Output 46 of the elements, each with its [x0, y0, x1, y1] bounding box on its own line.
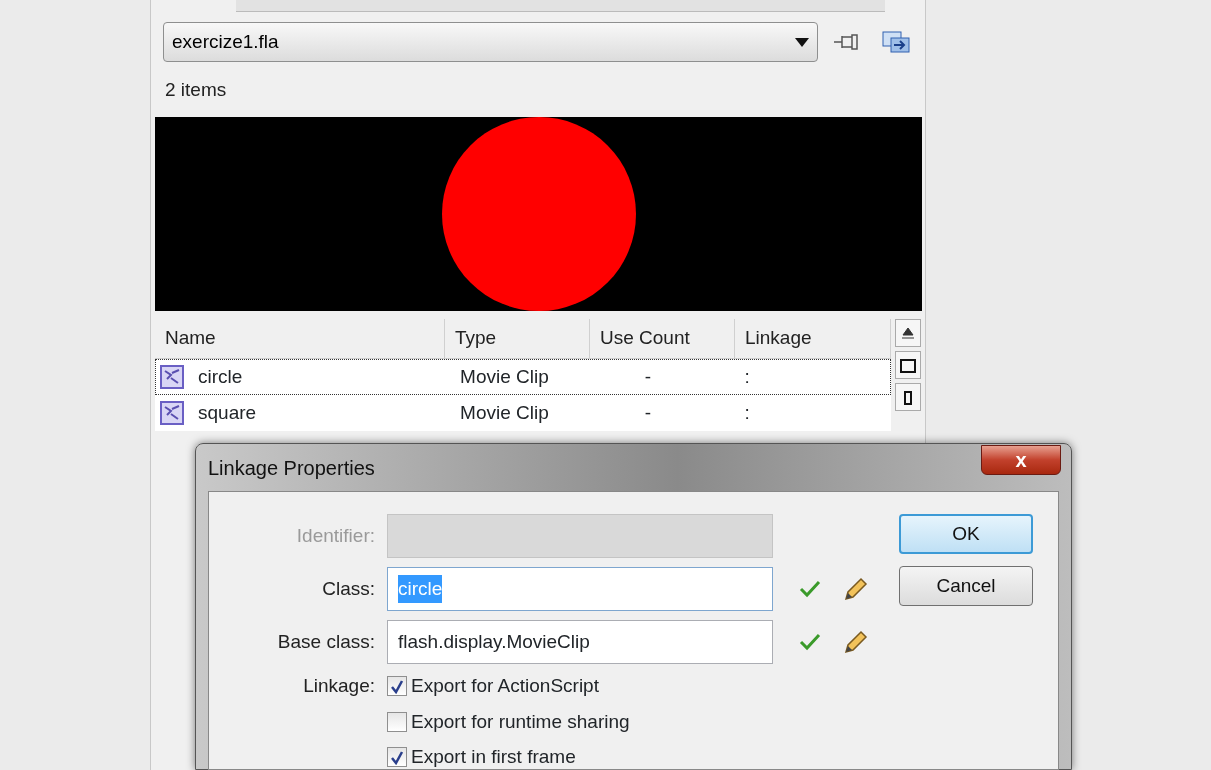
field-label: Linkage:: [302, 674, 376, 698]
column-header[interactable]: Use Count: [590, 319, 735, 358]
pencil-icon[interactable]: [843, 576, 869, 602]
ok-button[interactable]: OK: [899, 514, 1033, 554]
field-label: Identifier:: [295, 523, 376, 548]
column-header[interactable]: Name: [155, 319, 445, 358]
pin-icon[interactable]: [832, 31, 860, 53]
checkbox-label: Export in first frame: [411, 745, 576, 769]
pencil-icon[interactable]: [843, 629, 869, 655]
column-header[interactable]: Linkage: [735, 319, 891, 358]
item-name: circle: [198, 364, 243, 389]
linkage-value: :: [744, 365, 750, 387]
narrow-view-button[interactable]: [895, 383, 921, 411]
library-row[interactable]: square Movie Clip - :: [155, 395, 891, 431]
checkbox[interactable]: [387, 676, 407, 697]
check-icon: [799, 632, 821, 652]
wide-view-button[interactable]: [895, 351, 921, 379]
checkbox-label: Export for ActionScript: [411, 674, 599, 698]
check-icon: [799, 579, 821, 599]
item-count: 2 items: [164, 78, 228, 102]
document-dropdown[interactable]: exercize1.fla: [163, 22, 818, 62]
new-window-icon[interactable]: [882, 31, 910, 53]
dialog-title: Linkage Properties: [208, 455, 375, 481]
checkbox[interactable]: [387, 711, 407, 732]
linkage-value: :: [744, 401, 750, 423]
library-row[interactable]: circle Movie Clip - :: [155, 359, 891, 395]
close-button[interactable]: x: [981, 445, 1061, 475]
field-label: Base class:: [276, 629, 376, 654]
sort-order-button[interactable]: [895, 319, 921, 347]
input-field[interactable]: flash.display.MovieClip: [387, 620, 773, 664]
caret-icon: [795, 37, 809, 47]
use-count: -: [644, 401, 652, 423]
use-count: -: [644, 365, 652, 387]
cancel-button[interactable]: Cancel: [899, 566, 1033, 606]
item-type: Movie Clip: [460, 401, 549, 423]
field-label: Class:: [321, 576, 376, 601]
sort-icon: [901, 327, 915, 340]
checkbox[interactable]: [387, 747, 407, 768]
movie-clip-icon: [160, 401, 184, 425]
movie-clip-icon: [160, 365, 184, 389]
narrow-view-icon: [904, 390, 912, 405]
column-header[interactable]: Type: [445, 319, 590, 358]
wide-view-icon: [900, 358, 916, 373]
item-type: Movie Clip: [460, 365, 549, 387]
item-name: square: [198, 400, 257, 425]
checkbox-label: Export for runtime sharing: [411, 709, 630, 734]
